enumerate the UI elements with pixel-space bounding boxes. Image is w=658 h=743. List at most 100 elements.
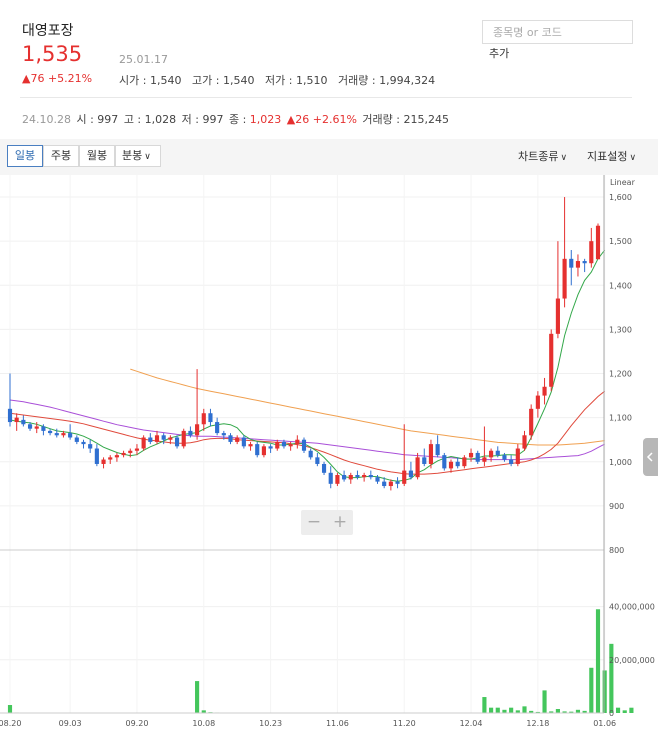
y-tick-label: 1,500 <box>609 237 632 246</box>
candle-body <box>281 441 287 447</box>
candle-body <box>195 424 200 436</box>
candle-body <box>288 444 293 447</box>
volume-bar <box>542 690 547 713</box>
indicator-menu[interactable]: 지표설정 ∨ <box>587 148 636 164</box>
candle-body <box>402 470 407 484</box>
candle-body <box>408 470 413 478</box>
candle-body <box>174 437 180 447</box>
volume-tick-label: 40,000,000 <box>609 603 655 612</box>
candle-body <box>468 452 474 458</box>
volume-bar <box>489 707 494 713</box>
candle-body <box>275 441 280 449</box>
volume-tick-label: 20,000,000 <box>609 656 655 665</box>
volume-tick-label: 0 <box>609 709 614 718</box>
tab-weekly[interactable]: 주봉 <box>43 145 79 167</box>
candle-body <box>154 435 160 442</box>
volume-bar <box>482 697 487 713</box>
candle-body <box>201 413 206 425</box>
price-change: ▲76 +5.21% <box>22 72 93 85</box>
candle-body <box>575 261 581 268</box>
candle-body <box>362 475 367 478</box>
indicator-label: 지표설정 <box>587 150 628 163</box>
candle-body <box>208 413 213 423</box>
candle-body <box>295 439 300 445</box>
stock-chart: 800 900 1,000 1,100 1,200 1,300 1,400 1,500 1,60… <box>0 175 655 728</box>
chart-type-menu[interactable]: 차트종류 ∨ <box>518 148 567 164</box>
volume-bar <box>555 709 560 713</box>
candle-body <box>68 433 73 438</box>
volume-bar <box>522 706 527 713</box>
y-tick-label: 1,400 <box>609 281 632 290</box>
tab-monthly[interactable]: 월봉 <box>79 145 115 167</box>
current-price: 1,535 <box>22 42 83 66</box>
candle-body <box>315 457 320 464</box>
prev-volume: 거래량 : 215,245 <box>362 113 449 126</box>
x-tick-label: 12.04 <box>460 719 483 728</box>
volume-stat: 거래량 : 1,994,324 <box>338 74 436 87</box>
candle-body <box>382 481 387 487</box>
x-tick-label: 11.20 <box>393 719 416 728</box>
candle-body <box>54 433 59 436</box>
quote-date: 25.01.17 <box>119 53 168 66</box>
volume-bar <box>595 609 601 713</box>
candle-body <box>181 430 186 447</box>
x-tick-label: 09.20 <box>126 719 149 728</box>
ma60-line <box>9 399 605 461</box>
candle-body <box>34 426 39 429</box>
y-tick-label: 1,000 <box>609 458 632 467</box>
candle-body <box>308 450 313 458</box>
candle-body <box>161 435 166 440</box>
candle-body <box>261 446 266 456</box>
candle-body <box>128 450 133 453</box>
candle-body <box>475 452 480 462</box>
candle-body <box>88 444 93 449</box>
candle-body <box>448 461 454 469</box>
tab-daily[interactable]: 일봉 <box>7 145 43 167</box>
candle-body <box>522 435 527 449</box>
candle-body <box>549 333 554 387</box>
candle-body <box>462 457 467 467</box>
tab-minute[interactable]: 분봉 ∨ <box>115 145 161 167</box>
candle-body <box>555 298 560 334</box>
candle-body <box>81 441 86 445</box>
prev-close-value: 1,023 <box>249 113 282 126</box>
tab-minute-label: 분봉 <box>122 149 143 162</box>
x-tick-label: 10.08 <box>192 719 215 728</box>
candle-body <box>41 426 46 431</box>
zoom-in-button[interactable]: + <box>327 510 353 535</box>
candle-body <box>221 433 226 436</box>
candle-body <box>595 225 601 260</box>
candle-body <box>395 481 400 484</box>
search-box <box>482 20 633 44</box>
zoom-out-button[interactable]: − <box>301 510 327 535</box>
x-tick-label: 10.23 <box>259 719 282 728</box>
add-button[interactable]: 추가 <box>489 45 509 61</box>
candle-body <box>255 444 260 456</box>
scale-label: Linear <box>610 178 636 187</box>
stock-name: 대영포장 <box>22 23 74 39</box>
side-panel-toggle[interactable] <box>643 438 658 476</box>
volume-bar <box>615 707 621 713</box>
open-stat: 시가 : 1,540 <box>119 74 182 87</box>
prev-close-label: 종 : <box>228 113 250 126</box>
prev-low: 저 : 997 <box>181 113 224 126</box>
candle-body <box>321 463 327 473</box>
candle-body <box>582 261 587 264</box>
y-tick-label: 1,300 <box>609 325 632 334</box>
candle-body <box>14 417 19 423</box>
search-input[interactable] <box>483 21 632 44</box>
candle-body <box>61 433 66 436</box>
candle-body <box>121 452 126 456</box>
candle-body <box>21 419 26 425</box>
y-tick-label: 1,100 <box>609 414 632 423</box>
candle-body <box>335 475 340 484</box>
candle-body <box>168 437 173 440</box>
y-tick-label: 1,200 <box>609 370 632 379</box>
candle-body <box>569 258 574 268</box>
low-stat: 저가 : 1,510 <box>265 74 328 87</box>
candle-body <box>562 258 567 299</box>
candle-body <box>101 459 106 464</box>
candle-body <box>535 395 540 409</box>
candle-body <box>509 459 514 464</box>
candle-body <box>435 444 440 456</box>
